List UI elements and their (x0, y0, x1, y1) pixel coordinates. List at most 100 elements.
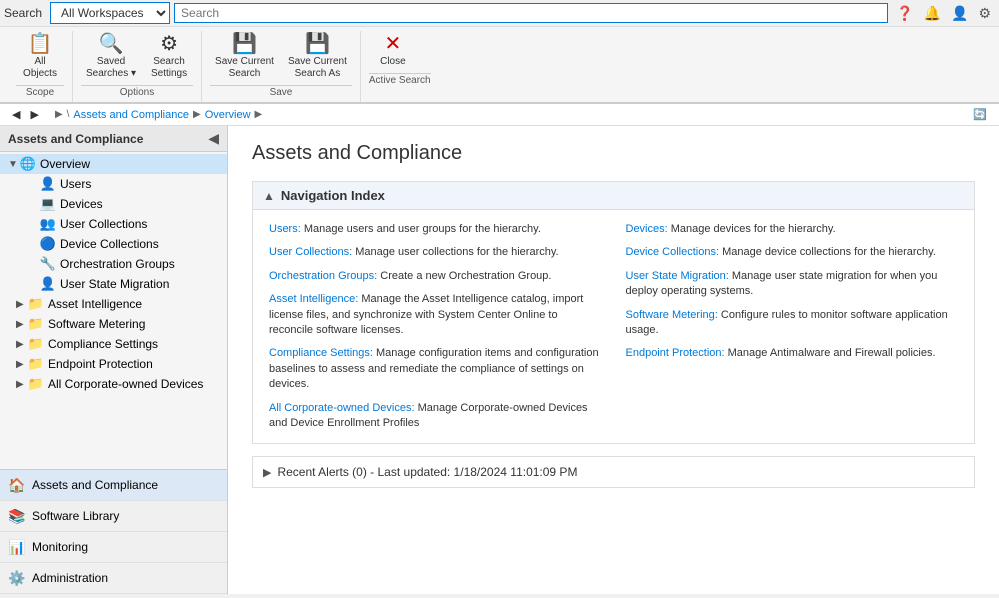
breadcrumb-assets[interactable]: Assets and Compliance (73, 109, 189, 121)
save-current-search-label: Save Current Search (215, 56, 274, 80)
sidebar-item-user-collections[interactable]: 👥 User Collections (0, 214, 227, 234)
nav-link-user-collections[interactable]: User Collections: (269, 246, 352, 258)
sidebar-item-orchestration-groups[interactable]: 🔧 Orchestration Groups (0, 254, 227, 274)
nav-index-body: Users: Manage users and user groups for … (253, 210, 974, 443)
corporate-owned-icon: 📁 (28, 376, 44, 392)
save-current-as-button[interactable]: 💾 Save Current Search As (283, 31, 352, 83)
nav-link-asset[interactable]: Asset Intelligence: (269, 293, 358, 305)
nav-link-devices[interactable]: Devices: (626, 223, 668, 235)
sidebar-item-devices[interactable]: 💻 Devices (0, 194, 227, 214)
sidebar-item-user-state-migration-label: User State Migration (60, 277, 169, 291)
nav-item-user-state: User State Migration: Manage user state … (626, 269, 959, 300)
sidebar-item-overview[interactable]: ▼ 🌐 Overview (0, 154, 227, 174)
save-icon: 💾 (232, 34, 257, 54)
sidebar-item-endpoint-protection[interactable]: ▶ 📁 Endpoint Protection (0, 354, 227, 374)
software-metering-icon: 📁 (28, 316, 44, 332)
nav-index-header[interactable]: ▲ Navigation Index (253, 182, 974, 210)
endpoint-protection-icon: 📁 (28, 356, 44, 372)
nav-item-administration[interactable]: ⚙️ Administration (0, 563, 227, 594)
nav-item-user-collections: User Collections: Manage user collection… (269, 245, 602, 260)
ribbon-group-active-search: ✕ Close Active Search (361, 31, 439, 102)
content-area: Assets and Compliance ▲ Navigation Index… (228, 126, 999, 594)
nav-item-administration-label: Administration (32, 571, 108, 585)
breadcrumb-overview[interactable]: Overview (205, 109, 251, 121)
alerts-panel: ▶ Recent Alerts (0) - Last updated: 1/18… (252, 456, 975, 488)
sidebar-item-overview-label: Overview (40, 157, 90, 171)
monitoring-nav-icon: 📊 (8, 538, 26, 556)
expand-endpoint-icon: ▶ (16, 359, 28, 370)
nav-link-endpoint[interactable]: Endpoint Protection: (626, 347, 725, 359)
sidebar-tree: ▼ 🌐 Overview 👤 Users 💻 Devices 👥 User Co… (0, 152, 227, 469)
nav-link-corporate[interactable]: All Corporate-owned Devices: (269, 402, 415, 414)
expand-compliance-icon: ▶ (16, 339, 28, 350)
sidebar-item-users-label: Users (60, 177, 91, 191)
sidebar-item-user-state-migration[interactable]: 👤 User State Migration (0, 274, 227, 294)
alerts-header[interactable]: ▶ Recent Alerts (0) - Last updated: 1/18… (253, 457, 974, 487)
refresh-button[interactable]: 🔄 (969, 106, 991, 123)
nav-desc-device-collections: Manage device collections for the hierar… (722, 246, 936, 258)
nav-link-software-metering[interactable]: Software Metering: (626, 309, 718, 321)
nav-link-users[interactable]: Users: (269, 223, 301, 235)
users-icon: 👤 (40, 176, 56, 192)
nav-item-assets[interactable]: 🏠 Assets and Compliance (0, 470, 227, 501)
settings-icon-btn[interactable]: ⚙ (974, 3, 995, 24)
sidebar-item-device-collections[interactable]: 🔵 Device Collections (0, 234, 227, 254)
bell-icon-btn[interactable]: 🔔 (920, 3, 945, 24)
nav-item-software-library[interactable]: 📚 Software Library (0, 501, 227, 532)
nav-link-compliance[interactable]: Compliance Settings: (269, 347, 373, 359)
close-label: Close (380, 56, 406, 68)
active-search-group-label: Active Search (369, 73, 431, 86)
nav-item-software-metering: Software Metering: Configure rules to mo… (626, 308, 959, 339)
breadcrumb: ◀ ▶ ▶ \ Assets and Compliance ▶ Overview… (0, 104, 999, 126)
nav-link-orchestration[interactable]: Orchestration Groups: (269, 270, 377, 282)
expand-software-metering-icon: ▶ (16, 319, 28, 330)
sidebar-item-devices-label: Devices (60, 197, 103, 211)
all-objects-button[interactable]: 📋 All Objects (16, 31, 64, 83)
close-button[interactable]: ✕ Close (369, 31, 417, 71)
nav-item-endpoint: Endpoint Protection: Manage Antimalware … (626, 346, 959, 361)
nav-link-device-collections[interactable]: Device Collections: (626, 246, 720, 258)
nav-item-orchestration: Orchestration Groups: Create a new Orche… (269, 269, 602, 284)
sidebar-item-endpoint-protection-label: Endpoint Protection (48, 357, 153, 371)
back-button[interactable]: ◀ (8, 106, 24, 123)
state-migration-icon: 👤 (40, 276, 56, 292)
save-group-label: Save (210, 85, 352, 98)
orchestration-groups-icon: 🔧 (40, 256, 56, 272)
scope-dropdown[interactable]: All Workspaces (50, 2, 170, 24)
devices-icon: 💻 (40, 196, 56, 212)
sidebar-toggle-button[interactable]: ◀ (208, 130, 219, 147)
nav-item-monitoring[interactable]: 📊 Monitoring (0, 532, 227, 563)
forward-button[interactable]: ▶ (26, 106, 42, 123)
nav-link-user-state[interactable]: User State Migration: (626, 270, 729, 282)
search-settings-button[interactable]: ⚙ Search Settings (145, 31, 193, 83)
expand-corporate-icon: ▶ (16, 379, 28, 390)
save-as-icon: 💾 (305, 34, 330, 54)
nav-item-compliance: Compliance Settings: Manage configuratio… (269, 346, 602, 392)
alerts-expand-icon: ▶ (263, 466, 271, 479)
bottom-navigation: 🏠 Assets and Compliance 📚 Software Libra… (0, 469, 227, 594)
saved-searches-button[interactable]: 🔍 Saved Searches ▾ (81, 31, 141, 83)
sidebar-item-users[interactable]: 👤 Users (0, 174, 227, 194)
ribbon: 📋 All Objects Scope 🔍 Saved Searches ▾ ⚙… (0, 27, 999, 103)
nav-index-left: Users: Manage users and user groups for … (269, 222, 602, 431)
nav-index-header-label: Navigation Index (281, 188, 385, 203)
sidebar-item-corporate-owned-devices[interactable]: ▶ 📁 All Corporate-owned Devices (0, 374, 227, 394)
nav-item-assets-label: Assets and Compliance (32, 478, 158, 492)
sidebar-item-compliance-settings[interactable]: ▶ 📁 Compliance Settings (0, 334, 227, 354)
sidebar-item-software-metering[interactable]: ▶ 📁 Software Metering (0, 314, 227, 334)
save-current-search-button[interactable]: 💾 Save Current Search (210, 31, 279, 83)
nav-item-corporate: All Corporate-owned Devices: Manage Corp… (269, 401, 602, 432)
sidebar-item-asset-intelligence-label: Asset Intelligence (48, 297, 142, 311)
sidebar-item-software-metering-label: Software Metering (48, 317, 145, 331)
help-icon-btn[interactable]: ❓ (892, 3, 917, 24)
search-label: Search (4, 6, 42, 20)
sidebar: Assets and Compliance ◀ ▼ 🌐 Overview 👤 U… (0, 126, 228, 594)
nav-desc-orchestration: Create a new Orchestration Group. (380, 270, 551, 282)
search-input[interactable] (174, 3, 888, 23)
sidebar-header: Assets and Compliance ◀ (0, 126, 227, 152)
nav-item-software-library-label: Software Library (32, 509, 119, 523)
sidebar-item-asset-intelligence[interactable]: ▶ 📁 Asset Intelligence (0, 294, 227, 314)
user-icon-btn[interactable]: 👤 (947, 3, 972, 24)
expand-overview-icon: ▼ (8, 159, 20, 170)
nav-index-right: Devices: Manage devices for the hierarch… (626, 222, 959, 431)
